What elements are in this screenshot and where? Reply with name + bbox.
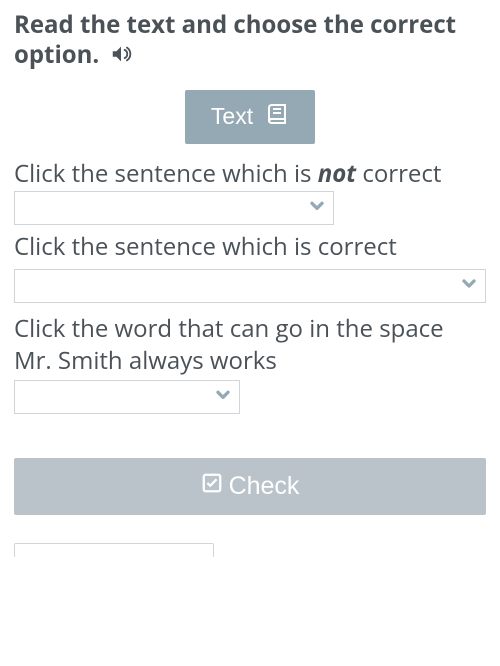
text-button-label: Text xyxy=(211,103,253,130)
q1-prefix: Click the sentence which is xyxy=(14,157,318,190)
question-1: Click the sentence which is not correct xyxy=(14,158,486,225)
chevron-down-icon xyxy=(213,381,233,413)
dropdown-q1[interactable] xyxy=(14,191,334,225)
question-3: Click the word that can go in the space … xyxy=(14,313,486,414)
partial-box xyxy=(14,543,214,557)
checkbox-checked-icon xyxy=(201,472,223,501)
book-icon xyxy=(265,102,289,132)
instruction-text: Read the text and choose the correct opt… xyxy=(14,10,486,72)
q3-text: Click the word that can go in the space … xyxy=(14,312,444,377)
dropdown-q3[interactable] xyxy=(14,380,240,414)
q1-suffix: correct xyxy=(356,157,441,190)
question-2: Click the sentence which is correct xyxy=(14,231,486,263)
text-button[interactable]: Text xyxy=(185,90,315,144)
speaker-icon[interactable] xyxy=(110,42,132,72)
check-button-label: Check xyxy=(229,472,300,501)
chevron-down-icon xyxy=(459,273,479,298)
chevron-down-icon xyxy=(307,191,327,223)
check-button[interactable]: Check xyxy=(14,458,486,515)
dropdown-q2[interactable] xyxy=(14,269,486,303)
instruction-content: Read the text and choose the correct opt… xyxy=(14,8,456,71)
q1-emphasis: not xyxy=(318,157,356,190)
q2-text: Click the sentence which is correct xyxy=(14,230,397,263)
